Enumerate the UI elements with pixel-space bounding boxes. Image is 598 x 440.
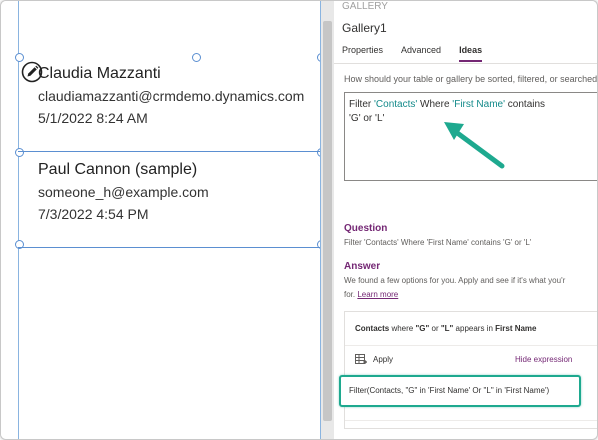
hide-expression-link[interactable]: Hide expression — [515, 355, 572, 364]
answer-heading: Answer — [344, 261, 381, 272]
card-divider — [345, 420, 597, 421]
contact-name: Paul Cannon (sample) — [38, 161, 198, 178]
panel-type-label: GALLERY — [342, 1, 388, 12]
suggestion-card: Contacts where "G" or "L" appears in Fir… — [339, 311, 597, 429]
card-divider — [345, 345, 597, 346]
gallery-row-2[interactable]: Paul Cannon (sample) someone_h@example.c… — [38, 160, 321, 224]
row-separator — [18, 151, 321, 152]
question-heading: Question — [344, 223, 388, 234]
tab-properties[interactable]: Properties — [342, 45, 383, 62]
suggestion-summary: Contacts where "G" or "L" appears in Fir… — [355, 324, 537, 333]
left-guide — [18, 1, 19, 439]
query-column-name: 'First Name' — [452, 99, 506, 110]
suggestion-text: where — [389, 324, 416, 333]
panel-tabs: Properties Advanced Ideas — [342, 45, 483, 62]
answer-text: We found a few options for you. Apply an… — [344, 276, 566, 285]
query-text-part: Where — [417, 99, 453, 110]
apply-button[interactable]: Apply — [355, 354, 393, 365]
contact-date: 5/1/2022 8:24 AM — [38, 110, 148, 126]
answer-text-line2: for. Learn more — [344, 290, 398, 299]
query-text-part: Filter — [349, 99, 374, 110]
contact-email: claudiamazzanti@crmdemo.dynamics.com — [38, 88, 305, 104]
tab-ideas[interactable]: Ideas — [459, 45, 483, 62]
suggestion-value: "L" — [440, 324, 454, 333]
app-frame: Claudia Mazzanti claudiamazzanti@crmdemo… — [0, 0, 598, 440]
annotation-arrow-icon — [444, 122, 505, 169]
suggestion-column: First Name — [495, 324, 537, 333]
properties-panel: GALLERY Gallery1 Properties Advanced Ide… — [334, 1, 598, 439]
expression-box[interactable]: Filter(Contacts, "G" in 'First Name' Or … — [339, 375, 581, 407]
gallery-row-1[interactable]: Claudia Mazzanti claudiamazzanti@crmdemo… — [38, 64, 321, 128]
apply-label: Apply — [373, 355, 394, 364]
suggestion-table: Contacts — [355, 324, 390, 333]
suggestion-text: or — [429, 324, 441, 333]
answer-text-prefix: for. — [344, 290, 358, 299]
query-table-name: 'Contacts' — [374, 99, 418, 110]
gallery-canvas[interactable]: Claudia Mazzanti claudiamazzanti@crmdemo… — [1, 1, 326, 439]
tab-advanced[interactable]: Advanced — [401, 45, 441, 62]
contact-email: someone_h@example.com — [38, 184, 209, 200]
scrollbar-thumb[interactable] — [323, 21, 332, 421]
resize-handle-top-center[interactable] — [192, 53, 201, 62]
panel-title: Gallery1 — [342, 21, 387, 35]
query-text-line2: 'G' or 'L' — [349, 113, 385, 124]
resize-handle-left-1[interactable] — [15, 148, 24, 157]
suggestion-value: "G" — [415, 324, 430, 333]
contact-name: Claudia Mazzanti — [38, 65, 161, 82]
tab-divider — [334, 63, 597, 64]
question-text: Filter 'Contacts' Where 'First Name' con… — [344, 238, 532, 247]
query-text-part: contains — [505, 99, 546, 110]
table-apply-icon — [355, 354, 367, 364]
contact-date: 7/3/2022 4:54 PM — [38, 206, 149, 222]
suggestion-text: appears in — [453, 324, 496, 333]
canvas-scrollbar[interactable] — [321, 1, 334, 439]
row-separator — [18, 247, 321, 248]
expression-text: Filter(Contacts, "G" in 'First Name' Or … — [349, 386, 550, 395]
ideas-prompt: How should your table or gallery be sort… — [344, 74, 598, 84]
learn-more-link[interactable]: Learn more — [357, 290, 398, 299]
